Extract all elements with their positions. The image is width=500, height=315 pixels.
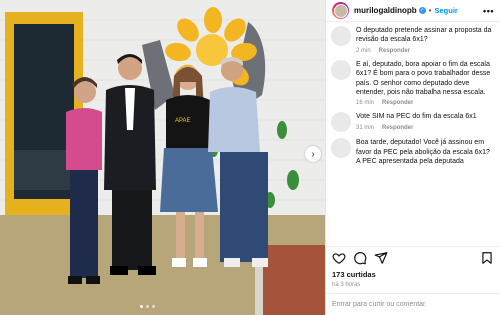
comment-text: O deputado pretende assinar a proposta d… (356, 27, 492, 44)
post-header: murilogaldinopb ✓ • Seguir ••• (326, 0, 500, 22)
apae-shirt-logo: APAE (175, 118, 191, 124)
comment-time: 2 min (356, 47, 371, 54)
comment-time: 31 min (356, 124, 375, 131)
author-username[interactable]: murilogaldinopb (354, 6, 417, 15)
comments-list: O deputado pretende assinar a proposta d… (326, 22, 500, 246)
login-to-comment-prompt[interactable]: Entrar para curtir ou comentar. (326, 293, 500, 315)
verified-badge-icon: ✓ (418, 7, 426, 14)
more-options-icon[interactable]: ••• (483, 6, 494, 16)
post-side-panel: murilogaldinopb ✓ • Seguir ••• O deputad… (325, 0, 500, 315)
post-time: há 3 horas (332, 282, 361, 288)
header-separator: • (428, 6, 432, 15)
post-actions (326, 246, 500, 268)
comment-item: Vote SIM na PEC do fim da escala 6x1 31 … (331, 112, 494, 133)
comment-icon[interactable] (353, 251, 367, 265)
likes-count[interactable]: 173 curtidas (326, 268, 500, 279)
comment-text: Boa tarde, deputado! Você já assinou em … (356, 139, 490, 166)
bookmark-icon[interactable] (480, 251, 494, 265)
comment-item: O deputado pretende assinar a proposta d… (331, 26, 494, 54)
commenter-avatar[interactable] (331, 138, 351, 159)
reply-button[interactable]: Responder (379, 48, 410, 54)
commenter-avatar[interactable] (331, 59, 351, 80)
reply-button[interactable]: Responder (382, 100, 413, 106)
post-photo: APAE › (0, 0, 325, 315)
comment-text: E aí, deputado, bora apoiar o fim da esc… (356, 60, 491, 97)
heart-icon[interactable] (332, 251, 346, 265)
comment-item: Boa tarde, deputado! Você já assinou em … (331, 138, 494, 166)
comment-item: E aí, deputado, bora apoiar o fim da esc… (331, 59, 494, 107)
photo-illustration: APAE (0, 0, 325, 315)
follow-button[interactable]: Seguir (434, 6, 457, 15)
commenter-avatar[interactable] (331, 26, 351, 46)
send-icon[interactable] (374, 251, 388, 265)
commenter-avatar[interactable] (331, 112, 351, 133)
reply-button[interactable]: Responder (382, 125, 413, 131)
carousel-next-button[interactable]: › (305, 146, 321, 162)
carousel-dots (140, 305, 155, 308)
comment-time: 16 min (356, 100, 375, 107)
author-avatar[interactable] (332, 2, 349, 19)
comment-text: Vote SIM na PEC do fim da escala 6x1 (356, 113, 477, 121)
